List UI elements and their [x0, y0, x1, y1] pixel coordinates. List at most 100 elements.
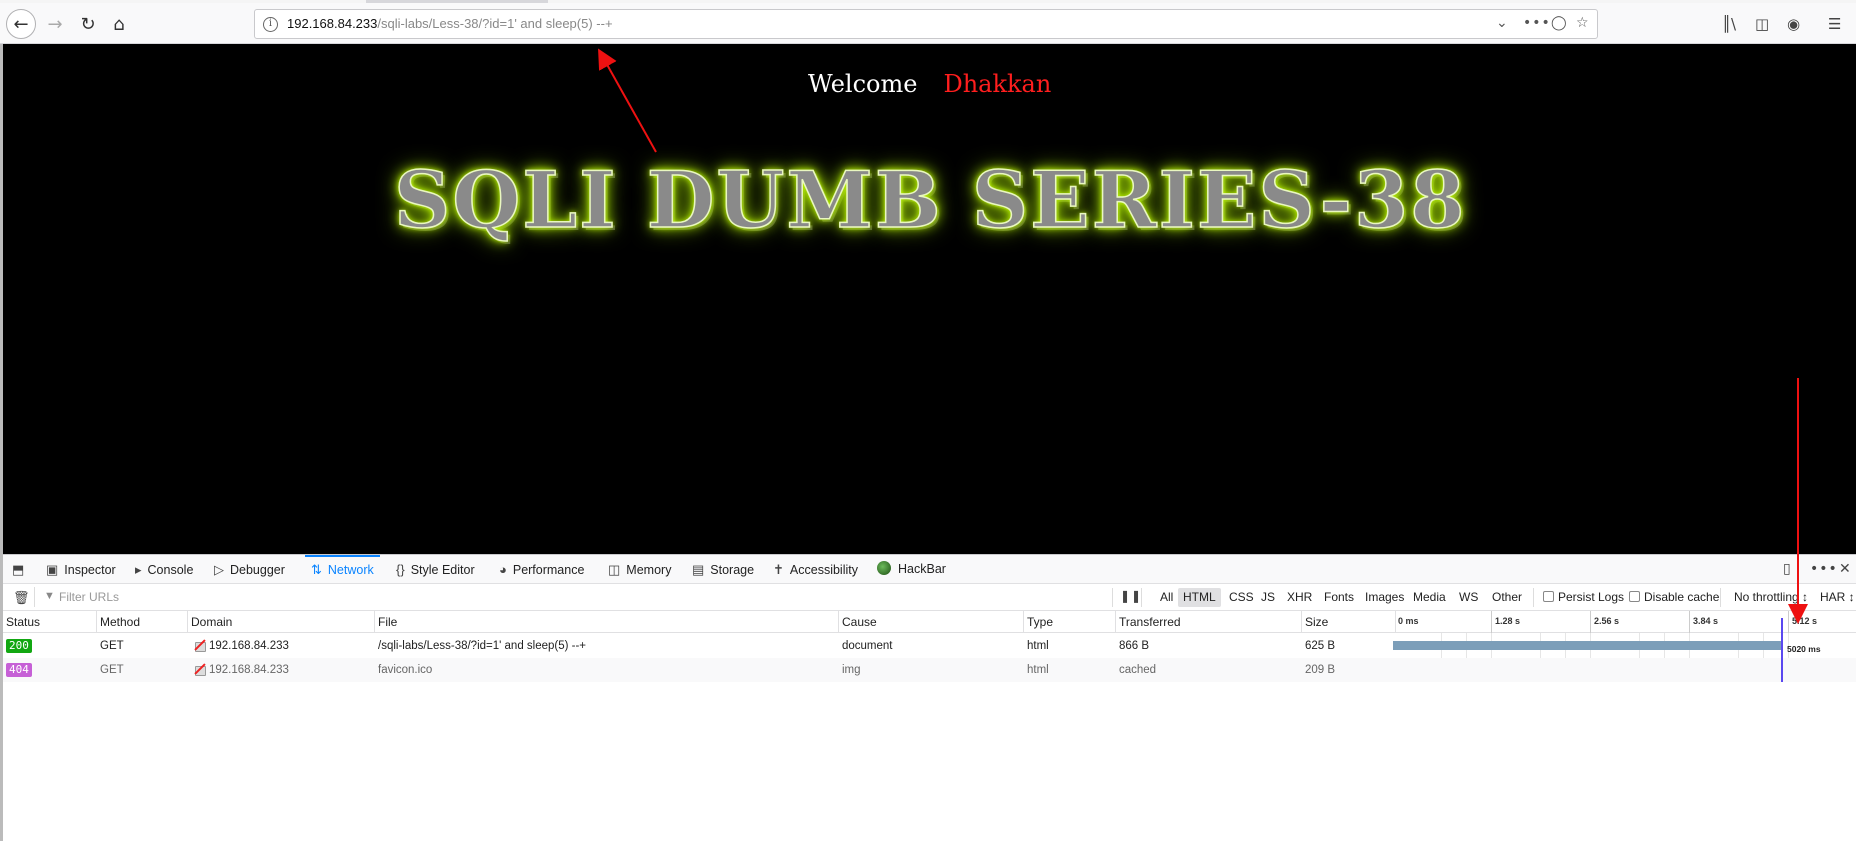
column-header-domain[interactable]: Domain: [188, 611, 375, 633]
inspector-icon: ▣: [46, 562, 59, 577]
chevron-down-icon[interactable]: ⌄: [1496, 15, 1508, 31]
status-cell: 200: [6, 634, 32, 658]
bookmark-star-icon[interactable]: ☆: [1576, 15, 1589, 31]
tab-performance[interactable]: ◕ Performance: [499, 555, 584, 584]
performance-icon: ◕: [499, 562, 507, 577]
home-icon: ⌂: [113, 13, 125, 35]
insecure-lock-icon: [194, 663, 206, 676]
filter-urls-input[interactable]: Filter URLs: [59, 590, 119, 604]
size-cell: 209 B: [1305, 664, 1336, 676]
pause-icon[interactable]: ❚❚: [1120, 589, 1142, 603]
home-button[interactable]: ⌂: [104, 9, 134, 39]
pocket-icon[interactable]: ◯: [1551, 15, 1567, 31]
har-menu[interactable]: HAR ↕: [1820, 590, 1855, 604]
reload-icon: ↻: [80, 13, 96, 35]
divider: [1720, 588, 1721, 607]
url-path: /sqli-labs/Less-38/?id=1' and sleep(5) -…: [377, 16, 613, 31]
devtools-panel: ⬒ ▣ Inspector ▸ Console ▷ Debugger ⇅ Network…: [3, 554, 1856, 841]
type-cell: html: [1027, 664, 1049, 676]
page-content: [3, 44, 1856, 554]
timeline-tick: 2.56 s: [1594, 616, 1620, 626]
arrow-left-icon: ←: [13, 13, 29, 35]
reload-button[interactable]: ↻: [73, 9, 103, 39]
close-devtools-icon[interactable]: ✕: [1839, 561, 1851, 577]
filter-ws-button[interactable]: WS: [1454, 588, 1483, 607]
filter-media-button[interactable]: Media: [1408, 588, 1451, 607]
console-icon: ▸: [135, 562, 142, 577]
tab-memory[interactable]: ◫ Memory: [608, 555, 671, 584]
memory-icon: ◫: [608, 562, 621, 577]
account-icon[interactable]: ◉: [1787, 15, 1800, 33]
arrow-right-icon: →: [47, 13, 63, 35]
devtools-options-icon[interactable]: •••: [1810, 561, 1838, 577]
page-actions-icon[interactable]: •••: [1523, 15, 1551, 31]
back-button[interactable]: ←: [6, 9, 36, 39]
element-picker-button[interactable]: ⬒: [12, 555, 30, 584]
divider: [1533, 588, 1534, 607]
filter-fonts-button[interactable]: Fonts: [1319, 588, 1359, 607]
trash-icon[interactable]: 🗑: [13, 590, 30, 606]
column-header-status[interactable]: Status: [3, 611, 97, 633]
tab-hackbar[interactable]: HackBar: [877, 555, 946, 584]
type-cell: html: [1027, 640, 1049, 652]
tab-debugger[interactable]: ▷ Debugger: [214, 555, 285, 584]
table-row[interactable]: 404 GET 192.168.84.233 favicon.ico img h…: [3, 658, 1856, 682]
checkbox-box[interactable]: [1543, 591, 1554, 602]
responsive-design-icon[interactable]: ▯: [1783, 561, 1791, 577]
menu-icon[interactable]: ☰: [1828, 15, 1841, 33]
tab-accessibility[interactable]: ✝ Accessibility: [773, 555, 858, 584]
disable-cache-checkbox[interactable]: Disable cache: [1629, 590, 1719, 604]
storage-icon: ▤: [692, 562, 705, 577]
network-table-header: Status Method Domain File Cause Type Tra…: [3, 611, 1856, 633]
tab-storage[interactable]: ▤ Storage: [692, 555, 754, 584]
column-header-cause[interactable]: Cause: [839, 611, 1024, 633]
status-cell: 404: [6, 658, 32, 682]
forward-button[interactable]: →: [40, 9, 70, 39]
status-badge: 200: [6, 639, 32, 653]
filter-other-button[interactable]: Other: [1487, 588, 1527, 607]
column-header-method[interactable]: Method: [97, 611, 188, 633]
sidebar-icon[interactable]: ◫: [1755, 15, 1769, 33]
filter-html-button[interactable]: HTML: [1178, 588, 1221, 607]
filter-css-button[interactable]: CSS: [1224, 588, 1259, 607]
site-info-icon[interactable]: i: [263, 17, 278, 32]
library-icon[interactable]: ║\: [1722, 15, 1736, 33]
divider: [1141, 588, 1142, 607]
throttling-select[interactable]: No throttling ↕: [1734, 590, 1808, 604]
column-header-type[interactable]: Type: [1024, 611, 1116, 633]
filter-images-button[interactable]: Images: [1360, 588, 1409, 607]
debugger-icon: ▷: [214, 562, 224, 577]
method-cell: GET: [100, 640, 124, 652]
style-editor-icon: {}: [396, 562, 405, 577]
status-badge: 404: [6, 663, 32, 677]
tab-network[interactable]: ⇅ Network: [305, 555, 380, 584]
tab-style-editor[interactable]: {} Style Editor: [396, 555, 475, 584]
tab-label: Debugger: [230, 563, 285, 577]
tab-console[interactable]: ▸ Console: [135, 555, 193, 584]
network-filter-bar: 🗑 ▼ Filter URLs ❚❚ All HTML CSS JS XHR F…: [3, 584, 1856, 611]
table-row[interactable]: 200 GET 192.168.84.233 /sqli-labs/Less-3…: [3, 634, 1856, 658]
timeline-tick: 0 ms: [1398, 616, 1419, 626]
domain-text: 192.168.84.233: [209, 664, 289, 676]
tab-label: Network: [327, 563, 374, 577]
column-header-transferred[interactable]: Transferred: [1116, 611, 1302, 633]
waterfall-bar: [1393, 641, 1781, 650]
picker-icon: ⬒: [12, 562, 25, 577]
column-header-size[interactable]: Size: [1302, 611, 1396, 633]
address-bar[interactable]: i 192.168.84.233/sqli-labs/Less-38/?id=1…: [254, 9, 1598, 39]
domain-text: 192.168.84.233: [209, 640, 289, 652]
filter-all-button[interactable]: All: [1155, 588, 1178, 607]
persist-logs-checkbox[interactable]: Persist Logs: [1543, 590, 1624, 604]
tab-label: Inspector: [64, 563, 116, 577]
checkbox-box[interactable]: [1629, 591, 1640, 602]
url-text[interactable]: 192.168.84.233/sqli-labs/Less-38/?id=1' …: [287, 16, 613, 31]
transferred-cell: cached: [1119, 664, 1157, 676]
domain-cell: 192.168.84.233: [194, 634, 289, 658]
welcome-heading: Welcome Dhakkan: [808, 70, 1051, 98]
file-cell: /sqli-labs/Less-38/?id=1' and sleep(5) -…: [378, 640, 587, 652]
tab-inspector[interactable]: ▣ Inspector: [46, 555, 116, 584]
filter-js-button[interactable]: JS: [1256, 588, 1280, 607]
column-header-file[interactable]: File: [375, 611, 839, 633]
filter-xhr-button[interactable]: XHR: [1282, 588, 1317, 607]
tab-label: Storage: [710, 563, 755, 577]
